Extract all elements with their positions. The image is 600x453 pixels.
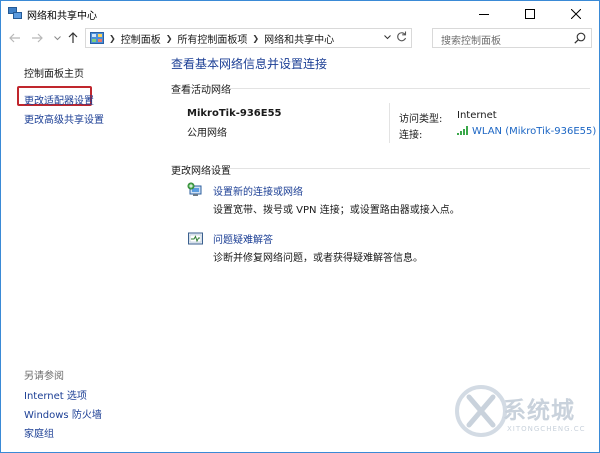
left-navigation-pane: 控制面板主页 更改适配器设置 更改高级共享设置 另请参阅 Internet 选项…	[1, 50, 153, 452]
chevron-right-icon: ❯	[109, 33, 116, 43]
minimize-button[interactable]	[461, 1, 507, 27]
access-type-label: 访问类型:	[399, 114, 443, 125]
chevron-down-icon	[384, 35, 391, 40]
title-bar: 网络和共享中心	[1, 1, 599, 27]
new-connection-icon	[187, 182, 202, 196]
window: 网络和共享中心 ❯ 控制面板 ❯ 所有控制面板项 ❯ 网络和共享中心 搜索控制面…	[0, 0, 600, 453]
address-dropdown-button[interactable]	[384, 33, 391, 42]
troubleshoot-problems-link[interactable]: 问题疑难解答	[213, 231, 273, 246]
search-placeholder: 搜索控制面板	[441, 36, 501, 47]
network-name: MikroTik-936E55	[187, 108, 282, 119]
breadcrumb-control-panel[interactable]: 控制面板	[121, 31, 161, 46]
forward-button[interactable]	[29, 30, 45, 46]
up-button[interactable]	[65, 30, 81, 46]
watermark-text: 系统城	[503, 398, 575, 424]
task-description: 设置宽带、拨号或 VPN 连接；或设置路由器或接入点。	[213, 205, 460, 216]
watermark-logo-icon	[455, 385, 507, 437]
divider	[389, 103, 390, 143]
navigation-bar: ❯ 控制面板 ❯ 所有控制面板项 ❯ 网络和共享中心 搜索控制面板	[1, 27, 599, 49]
close-button[interactable]	[553, 1, 599, 27]
chevron-right-icon: ❯	[165, 33, 173, 43]
homegroup-link[interactable]: 家庭组	[24, 425, 54, 440]
breadcrumb-network-center[interactable]: 网络和共享中心	[264, 31, 334, 46]
setup-new-connection-link[interactable]: 设置新的连接或网络	[213, 183, 303, 198]
wifi-signal-icon	[457, 126, 468, 135]
windows-firewall-link[interactable]: Windows 防火墙	[24, 406, 102, 421]
troubleshoot-icon	[188, 232, 203, 245]
network-type-link[interactable]: 公用网络	[187, 124, 227, 139]
network-center-icon	[8, 7, 22, 19]
breadcrumb-all-items[interactable]: 所有控制面板项	[177, 31, 247, 46]
internet-options-link[interactable]: Internet 选项	[24, 387, 87, 402]
arrow-up-icon	[68, 32, 78, 43]
chevron-down-icon	[53, 35, 61, 40]
divider	[229, 88, 590, 89]
maximize-button[interactable]	[507, 1, 553, 27]
access-type-value: Internet	[457, 110, 497, 121]
change-settings-heading: 更改网络设置	[171, 166, 231, 177]
site-watermark: 系统城 XITONGCHENG.CC	[453, 383, 593, 447]
close-icon	[571, 9, 581, 19]
task-description: 诊断并修复网络问题，或者获得疑难解答信息。	[213, 253, 423, 264]
refresh-button[interactable]	[396, 31, 407, 45]
connection-value: WLAN (MikroTik-936E55)	[457, 126, 596, 137]
wlan-connection-link[interactable]: WLAN (MikroTik-936E55)	[472, 126, 596, 137]
change-adapter-settings-link[interactable]: 更改适配器设置	[24, 92, 94, 107]
search-icon[interactable]	[574, 32, 586, 44]
maximize-icon	[525, 9, 535, 19]
active-networks-heading: 查看活动网络	[171, 85, 231, 96]
connection-label: 连接:	[399, 130, 423, 141]
window-title: 网络和共享中心	[27, 11, 97, 22]
see-also-heading: 另请参阅	[24, 371, 64, 382]
page-title: 查看基本网络信息并设置连接	[171, 57, 328, 71]
minimize-icon	[479, 14, 489, 15]
control-panel-home-link[interactable]: 控制面板主页	[24, 65, 84, 80]
arrow-left-icon	[9, 33, 20, 43]
address-bar[interactable]: ❯ 控制面板 ❯ 所有控制面板项 ❯ 网络和共享中心	[85, 28, 412, 48]
advanced-sharing-settings-link[interactable]: 更改高级共享设置	[24, 111, 104, 126]
arrow-right-icon	[32, 33, 43, 43]
watermark-subtext: XITONGCHENG.CC	[507, 425, 586, 433]
control-panel-icon	[90, 32, 104, 44]
chevron-right-icon: ❯	[252, 33, 260, 43]
recent-locations-button[interactable]	[49, 30, 65, 46]
divider	[228, 168, 590, 169]
search-box[interactable]: 搜索控制面板	[432, 28, 592, 48]
back-button[interactable]	[7, 30, 23, 46]
refresh-icon	[397, 31, 407, 42]
